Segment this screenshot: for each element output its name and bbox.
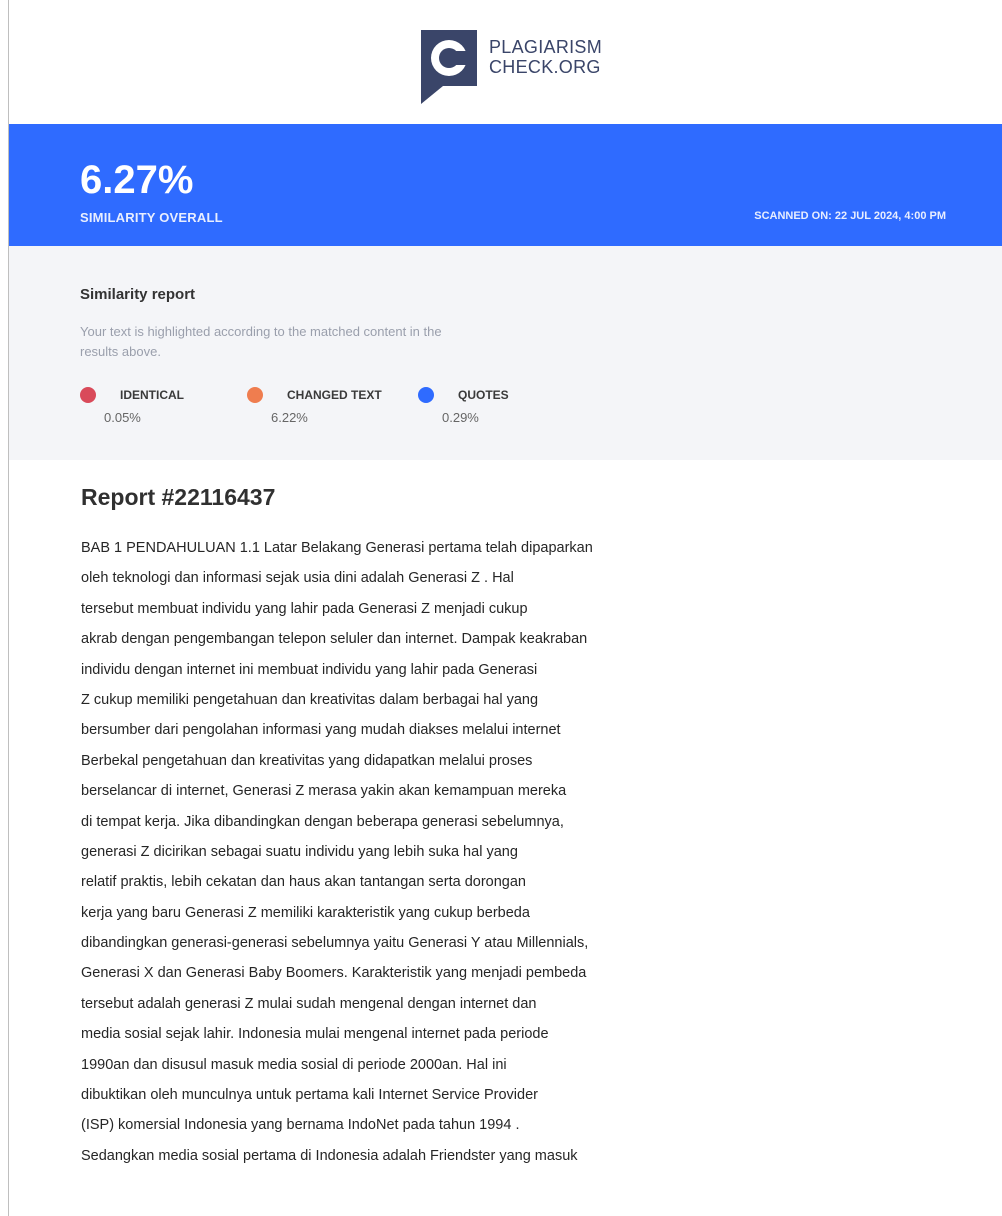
- report-text-line: oleh teknologi dan informasi sejak usia …: [81, 570, 514, 587]
- report-text-line: Sedangkan media sosial pertama di Indone…: [81, 1147, 578, 1164]
- logo-line-1: PLAGIARISM: [489, 37, 603, 57]
- report-text-line: Generasi X dan Generasi Baby Boomers. Ka…: [81, 965, 587, 982]
- legend-quotes-label: QUOTES: [458, 388, 509, 402]
- report-text-line: tersebut membuat individu yang lahir pad…: [81, 600, 528, 617]
- report-text-line: Z cukup memiliki pengetahuan dan kreativ…: [81, 691, 539, 708]
- report-text-line: kerja yang baru Generasi Z memiliki kara…: [81, 904, 530, 921]
- report-text-line: 1990an dan disusul masuk media sosial di…: [81, 1056, 507, 1073]
- report-title: Report #22116437: [81, 484, 276, 510]
- summary-description: Your text is highlighted according to th…: [80, 324, 442, 359]
- similarity-banner: 6.27% SIMILARITY OVERALL SCANNED ON: 22 …: [9, 124, 1002, 246]
- similarity-percentage: 6.27%: [80, 158, 194, 202]
- report-text: BAB 1 PENDAHULUAN 1.1 Latar Belakang Gen…: [81, 533, 781, 1171]
- report-text-line: dibuktikan oleh munculnya untuk pertama …: [81, 1087, 538, 1104]
- report-text-line: media sosial sejak lahir. Indonesia mula…: [81, 1026, 549, 1043]
- report-text-line: Berbekal pengetahuan dan kreativitas yan…: [81, 752, 533, 769]
- report-text-line: (ISP) komersial Indonesia yang bernama I…: [81, 1117, 520, 1134]
- report-text-line: generasi Z dicirikan sebagai suatu indiv…: [81, 843, 518, 860]
- similarity-label: SIMILARITY OVERALL: [80, 210, 223, 225]
- legend-changed-text-label: CHANGED TEXT: [287, 388, 382, 402]
- report-text-line: dibandingkan generasi-generasi sebelumny…: [81, 935, 589, 952]
- logo-wordmark: PLAGIARISM CHECK.ORG: [489, 37, 602, 77]
- report-text-line: akrab dengan pengembangan telepon selule…: [81, 631, 588, 648]
- speech-bubble-c-icon: [421, 30, 477, 104]
- report-text-line: tersebut adalah generasi Z mulai sudah m…: [81, 995, 537, 1012]
- summary-title: Similarity report: [80, 286, 196, 303]
- scanned-date: SCANNED ON: 22 JUL 2024, 4:00 PM: [754, 210, 946, 222]
- report-header: PLAGIARISM CHECK.ORG: [9, 0, 1002, 124]
- plagiarism-check-logo[interactable]: PLAGIARISM CHECK.ORG: [421, 30, 602, 104]
- legend-quotes-value: 0.29%: [442, 410, 479, 425]
- legend-changed-text-value: 6.22%: [271, 410, 308, 425]
- report-text-line: relatif praktis, lebih cekatan dan haus …: [81, 874, 526, 891]
- legend-identical-value: 0.05%: [104, 410, 141, 425]
- report-text-line: individu dengan internet ini membuat ind…: [81, 661, 538, 678]
- legend-identical-label: IDENTICAL: [120, 388, 184, 402]
- report-text-line: berselancar di internet, Generasi Z mera…: [81, 783, 567, 800]
- report-text-line: di tempat kerja. Jika dibandingkan denga…: [81, 813, 564, 830]
- changed-text-dot-icon: [247, 387, 263, 403]
- report-text-line: bersumber dari pengolahan informasi yang…: [81, 722, 561, 739]
- logo-line-2: CHECK.ORG: [489, 57, 601, 77]
- report-text-line: BAB 1 PENDAHULUAN 1.1 Latar Belakang Gen…: [81, 540, 593, 556]
- identical-dot-icon: [80, 387, 96, 403]
- similarity-report-summary: Similarity report Your text is highlight…: [9, 246, 1002, 460]
- quotes-dot-icon: [418, 387, 434, 403]
